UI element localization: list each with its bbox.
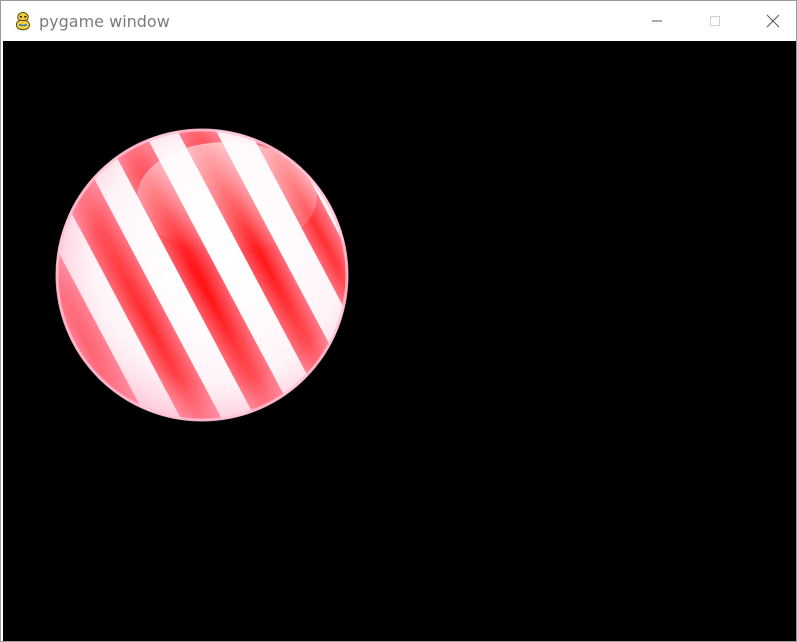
close-button[interactable]	[744, 1, 797, 41]
close-icon	[766, 14, 780, 28]
title-bar[interactable]: pygame window	[1, 1, 796, 41]
pygame-snake-icon	[13, 11, 33, 31]
window-title: pygame window	[39, 12, 170, 31]
maximize-icon	[709, 15, 721, 27]
minimize-button[interactable]	[628, 1, 686, 41]
striped-ball-sprite	[52, 127, 354, 429]
maximize-button[interactable]	[686, 1, 744, 41]
pygame-window: pygame window	[0, 0, 797, 642]
game-canvas[interactable]	[3, 41, 796, 641]
minimize-icon	[651, 15, 663, 27]
